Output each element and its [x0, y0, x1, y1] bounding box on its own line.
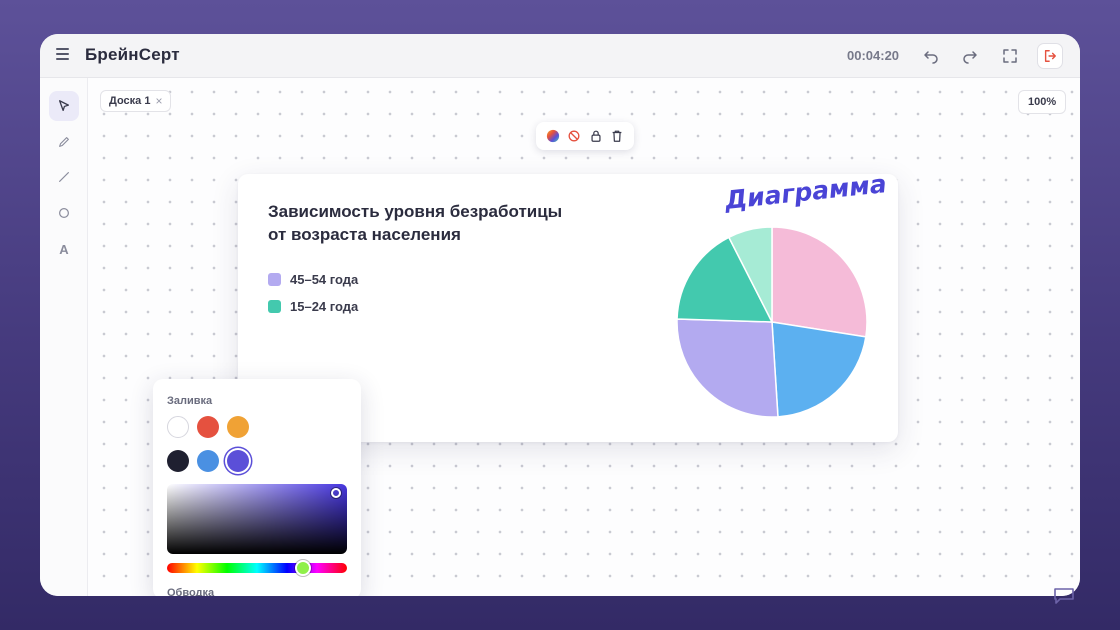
- color-wheel-icon[interactable]: [545, 128, 561, 144]
- color-swatch[interactable]: [167, 416, 189, 438]
- chart-legend: 45–54 года 15–24 года: [268, 266, 358, 320]
- watermark-icon: [1054, 588, 1074, 604]
- legend-item: 15–24 года: [268, 293, 358, 320]
- exit-icon: [1044, 50, 1056, 62]
- lock-icon[interactable]: [588, 128, 604, 144]
- legend-item: 45–54 года: [268, 266, 358, 293]
- color-swatch[interactable]: [197, 416, 219, 438]
- tab-label: Доска 1: [109, 95, 151, 107]
- color-swatch[interactable]: [167, 450, 189, 472]
- undo-icon[interactable]: [920, 45, 942, 67]
- exit-button[interactable]: [1037, 43, 1063, 69]
- fill-label: Заливка: [167, 395, 213, 407]
- pencil-tool[interactable]: [49, 127, 79, 157]
- chart-badge: Диаграмма: [723, 169, 888, 215]
- legend-label: 45–54 года: [290, 272, 359, 287]
- legend-swatch: [268, 300, 281, 313]
- pencil-icon: [59, 137, 69, 147]
- saturation-handle[interactable]: [331, 488, 341, 498]
- pie-slice-2: [771, 321, 867, 418]
- top-bar: БрейнСерт 00:04:20: [40, 34, 1080, 78]
- saturation-picker[interactable]: [167, 484, 347, 554]
- app-title: БрейнСерт: [85, 45, 180, 64]
- ellipse-tool[interactable]: [49, 198, 79, 228]
- color-swatch[interactable]: [227, 416, 249, 438]
- line-icon: [59, 172, 69, 182]
- hue-slider[interactable]: [167, 560, 347, 576]
- close-icon[interactable]: ×: [155, 94, 162, 108]
- color-swatch[interactable]: [197, 450, 219, 472]
- zoom-level[interactable]: 100%: [1018, 90, 1067, 114]
- legend-swatch: [268, 273, 281, 286]
- hue-handle[interactable]: [295, 560, 311, 576]
- app-window: БрейнСерт 00:04:20 A Доска 1 × 100% Зави…: [40, 34, 1080, 596]
- color-picker-panel: Заливка Обводка: [153, 379, 361, 596]
- trash-icon[interactable]: [609, 128, 625, 144]
- legend-label: 15–24 года: [290, 299, 359, 314]
- stroke-label: Обводка: [167, 587, 215, 596]
- tools-sidebar: A: [40, 78, 88, 596]
- no-fill-icon[interactable]: [566, 128, 582, 144]
- pie-slice-3: [676, 318, 779, 418]
- select-tool[interactable]: [49, 91, 79, 121]
- pie-slice-1: [771, 226, 868, 338]
- text-tool[interactable]: A: [49, 234, 79, 264]
- text-icon: A: [59, 241, 69, 257]
- line-tool[interactable]: [49, 162, 79, 192]
- element-toolbar: [536, 122, 634, 150]
- cursor-icon: [58, 100, 70, 112]
- circle-icon: [59, 208, 69, 218]
- redo-icon[interactable]: [959, 45, 981, 67]
- tab-board-1[interactable]: Доска 1 ×: [100, 90, 172, 112]
- chart-title: Зависимость уровня безработицы от возрас…: [268, 202, 563, 244]
- pie-chart: [676, 226, 868, 418]
- session-timer: 00:04:20: [847, 48, 900, 63]
- color-swatch[interactable]: [227, 450, 249, 472]
- fullscreen-icon[interactable]: [999, 45, 1021, 67]
- menu-icon[interactable]: [56, 48, 72, 62]
